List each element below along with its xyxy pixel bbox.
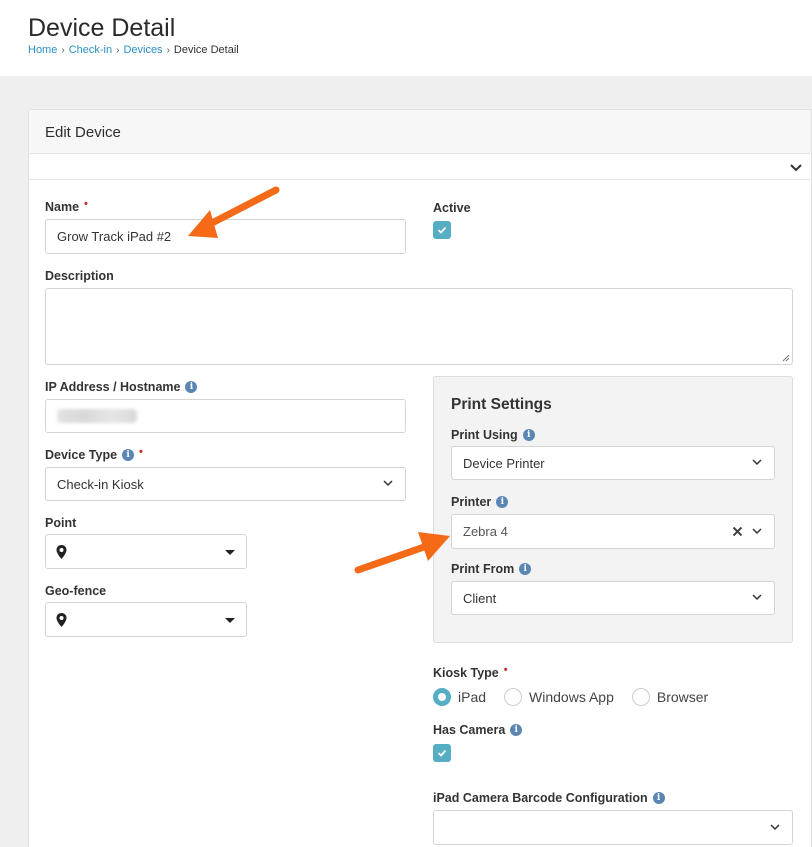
print-from-value: Client: [463, 590, 497, 606]
printer-value: Zebra 4: [463, 524, 508, 539]
geofence-picker[interactable]: [45, 602, 247, 637]
name-input-value: Grow Track iPad #2: [57, 229, 172, 244]
printer-label-text: Printer: [451, 495, 492, 509]
radio-ipad[interactable]: iPad: [433, 688, 486, 706]
print-using-label-text: Print Using: [451, 428, 518, 442]
caret-down-icon: [225, 618, 235, 623]
check-icon: [437, 226, 447, 234]
barcode-config-select[interactable]: [433, 810, 793, 845]
info-icon[interactable]: i: [496, 496, 509, 508]
point-picker[interactable]: [45, 534, 247, 569]
chevron-down-icon: [752, 459, 762, 466]
card-toolbar: [29, 154, 811, 180]
chevron-down-icon[interactable]: [789, 160, 803, 174]
has-camera-label-text: Has Camera: [433, 723, 506, 737]
annotation-arrow-printer: [354, 532, 450, 574]
required-indicator: •: [503, 664, 508, 676]
radio-unselected-icon: [631, 688, 650, 706]
print-using-label: Print Using i: [451, 428, 535, 442]
ip-address-label-text: IP Address / Hostname: [45, 380, 181, 394]
device-type-select[interactable]: Check-in Kiosk: [45, 467, 406, 501]
point-label: Point: [45, 516, 77, 530]
active-checkbox[interactable]: [433, 221, 451, 239]
active-label: Active: [433, 201, 471, 215]
radio-windows-app[interactable]: Windows App: [504, 688, 614, 706]
barcode-config-label-text: iPad Camera Barcode Configuration: [433, 791, 648, 805]
ip-address-input[interactable]: [45, 399, 406, 433]
print-settings-title: Print Settings: [451, 396, 552, 413]
info-icon[interactable]: i: [522, 429, 535, 441]
redacted-ip-value: [57, 409, 137, 423]
barcode-config-label: iPad Camera Barcode Configuration i: [433, 791, 665, 805]
device-type-label: Device Type i •: [45, 446, 143, 462]
has-camera-checkbox[interactable]: [433, 744, 451, 762]
print-from-label-text: Print From: [451, 562, 515, 576]
device-type-label-text: Device Type: [45, 448, 118, 462]
print-using-select[interactable]: Device Printer: [451, 446, 775, 480]
radio-browser-label: Browser: [656, 689, 709, 705]
printer-label: Printer i: [451, 495, 509, 509]
chevron-right-icon: ›: [166, 44, 170, 56]
radio-unselected-icon: [504, 688, 523, 706]
breadcrumb-home[interactable]: Home: [28, 44, 57, 56]
page-title: Device Detail: [28, 14, 176, 42]
breadcrumb-devices[interactable]: Devices: [123, 44, 162, 56]
card-title: Edit Device: [45, 124, 121, 141]
chevron-down-icon: [752, 527, 762, 534]
kiosk-type-radio-group: iPad Windows App Browser: [433, 688, 726, 706]
kiosk-type-label-text: Kiosk Type: [433, 666, 499, 680]
breadcrumb-current: Device Detail: [173, 44, 239, 56]
chevron-right-icon: ›: [61, 44, 65, 56]
device-type-value: Check-in Kiosk: [57, 476, 144, 492]
info-icon[interactable]: i: [185, 381, 198, 393]
geofence-label: Geo-fence: [45, 584, 107, 598]
description-label: Description: [45, 269, 114, 283]
map-pin-icon: [56, 545, 67, 559]
info-icon[interactable]: i: [519, 563, 532, 575]
radio-ipad-label: iPad: [458, 689, 487, 705]
page-header: Device Detail Home › Check-in › Devices …: [0, 0, 812, 76]
info-icon[interactable]: i: [652, 792, 665, 804]
printer-select[interactable]: Zebra 4: [451, 514, 775, 549]
annotation-arrow-name: [188, 186, 280, 238]
required-indicator: •: [139, 446, 143, 458]
has-camera-label: Has Camera i: [433, 723, 523, 737]
chevron-down-icon: [383, 480, 393, 487]
info-icon[interactable]: i: [510, 724, 523, 736]
chevron-right-icon: ›: [116, 44, 120, 56]
breadcrumb: Home › Check-in › Devices › Device Detai…: [28, 44, 239, 56]
resize-grip-icon[interactable]: [782, 354, 790, 362]
card-header: Edit Device: [29, 110, 811, 154]
radio-browser[interactable]: Browser: [631, 688, 709, 706]
required-indicator: •: [84, 198, 88, 210]
caret-down-icon: [225, 550, 235, 555]
print-using-value: Device Printer: [463, 455, 545, 471]
name-label: Name •: [45, 198, 88, 214]
info-icon[interactable]: i: [122, 449, 135, 461]
chevron-down-icon: [752, 594, 762, 601]
ip-address-label: IP Address / Hostname i: [45, 380, 198, 394]
breadcrumb-check-in[interactable]: Check-in: [69, 44, 112, 56]
map-pin-icon: [56, 613, 67, 627]
clear-icon[interactable]: [732, 526, 743, 537]
check-icon: [437, 749, 447, 757]
print-from-label: Print From i: [451, 562, 532, 576]
description-textarea[interactable]: [45, 288, 793, 365]
radio-selected-icon: [433, 688, 451, 706]
chevron-down-icon: [770, 823, 780, 830]
name-label-text: Name: [45, 200, 80, 214]
kiosk-type-label: Kiosk Type •: [433, 664, 508, 680]
radio-windows-app-label: Windows App: [529, 689, 614, 705]
print-from-select[interactable]: Client: [451, 581, 775, 615]
print-settings-panel: Print Settings Print Using i Device Print…: [433, 376, 793, 643]
